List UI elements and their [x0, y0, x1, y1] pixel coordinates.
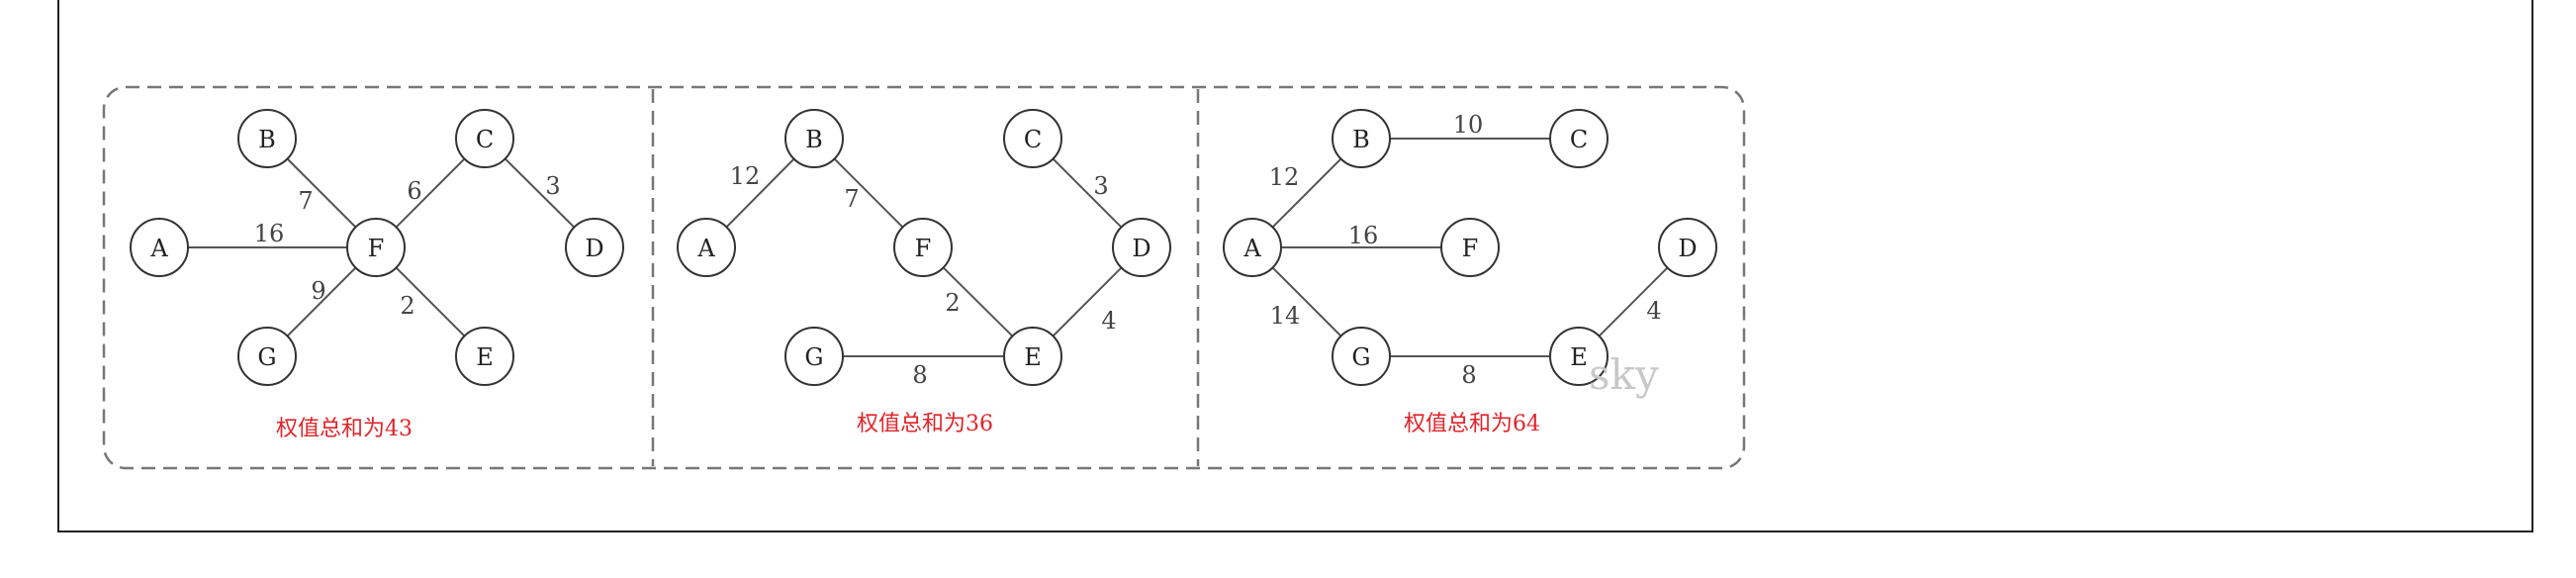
node-label: D	[1132, 235, 1150, 262]
panel-caption: 权值总和为64	[1404, 412, 1540, 436]
spanning-tree-diagram: 16 7 6 3 9 2 A B C D E F G 权值总和为43 12 7 3 2 4 8 A B C D E F G 权值总和为…	[102, 85, 1746, 470]
node-label: E	[476, 343, 494, 371]
edge-weight-label: 8	[1461, 361, 1476, 389]
node-c: C	[1549, 109, 1609, 168]
node-g: G	[784, 327, 844, 386]
edge-weight-label: 14	[1270, 302, 1301, 330]
edge-weight-label: 6	[407, 177, 421, 205]
edge-weight-label: 7	[844, 185, 859, 213]
edge-weight-label: 9	[311, 277, 325, 305]
edge-weight-label: 16	[254, 220, 285, 247]
node-d: D	[1658, 218, 1717, 277]
edge-weight-label: 2	[400, 292, 414, 320]
node-label: C	[476, 126, 494, 153]
node-d: D	[565, 218, 624, 277]
node-label: F	[368, 235, 385, 262]
edge-weight-label: 3	[1093, 172, 1108, 200]
node-a: A	[130, 218, 189, 277]
node-label: C	[1570, 126, 1588, 153]
node-label: G	[804, 343, 823, 371]
node-label: G	[1351, 343, 1370, 371]
edge-weight-label: 4	[1101, 307, 1116, 335]
panel-1: 16 7 6 3 9 2 A B C D E F G 权值总和为43	[130, 109, 624, 441]
watermark-text: sky	[1589, 350, 1659, 399]
node-f: F	[346, 218, 406, 277]
panel-caption: 权值总和为36	[857, 412, 993, 436]
node-f: F	[893, 218, 953, 277]
node-label: A	[149, 235, 168, 262]
node-label: A	[696, 235, 715, 262]
node-b: B	[784, 109, 844, 168]
node-g: G	[1332, 327, 1391, 386]
node-b: B	[1332, 109, 1391, 168]
edge-weight-label: 12	[730, 162, 761, 190]
node-label: B	[805, 126, 823, 153]
node-label: D	[1678, 235, 1697, 262]
panel-caption: 权值总和为43	[276, 417, 413, 441]
edge-weight-label: 7	[298, 187, 313, 215]
edge-weight-label: 3	[545, 172, 560, 200]
node-label: A	[1242, 235, 1261, 262]
node-label: C	[1024, 126, 1042, 153]
node-c: C	[455, 109, 514, 168]
node-c: C	[1003, 109, 1062, 168]
edge-weight-label: 4	[1646, 297, 1661, 325]
edge-weight-label: 12	[1269, 163, 1300, 191]
edge-weight-label: 2	[945, 289, 960, 317]
node-label: B	[258, 126, 276, 153]
edge-weight-label: 10	[1453, 111, 1484, 139]
node-a: A	[677, 218, 736, 277]
node-f: F	[1440, 218, 1500, 277]
node-a: A	[1223, 218, 1282, 277]
node-b: B	[237, 109, 297, 168]
image-frame: 16 7 6 3 9 2 A B C D E F G 权值总和为43 12 7 3 2 4 8 A B C D E F G 权值总和为…	[57, 0, 2533, 532]
edge-weight-label: 8	[912, 361, 927, 389]
node-label: G	[257, 343, 276, 371]
node-label: B	[1352, 126, 1370, 153]
node-e: E	[1003, 327, 1062, 386]
panels-layer: 16 7 6 3 9 2 A B C D E F G 权值总和为43 12 7 3 2 4 8 A B C D E F G 权值总和为…	[130, 109, 1717, 441]
node-label: F	[1462, 235, 1479, 262]
node-label: D	[585, 235, 603, 262]
edge-weight-label: 16	[1348, 222, 1379, 249]
node-g: G	[237, 327, 297, 386]
node-label: E	[1024, 343, 1042, 371]
node-e: E	[455, 327, 514, 386]
node-label: E	[1570, 343, 1588, 371]
node-label: F	[915, 235, 932, 262]
panel-2: 12 7 3 2 4 8 A B C D E F G 权值总和为36	[677, 109, 1171, 436]
node-d: D	[1112, 218, 1171, 277]
